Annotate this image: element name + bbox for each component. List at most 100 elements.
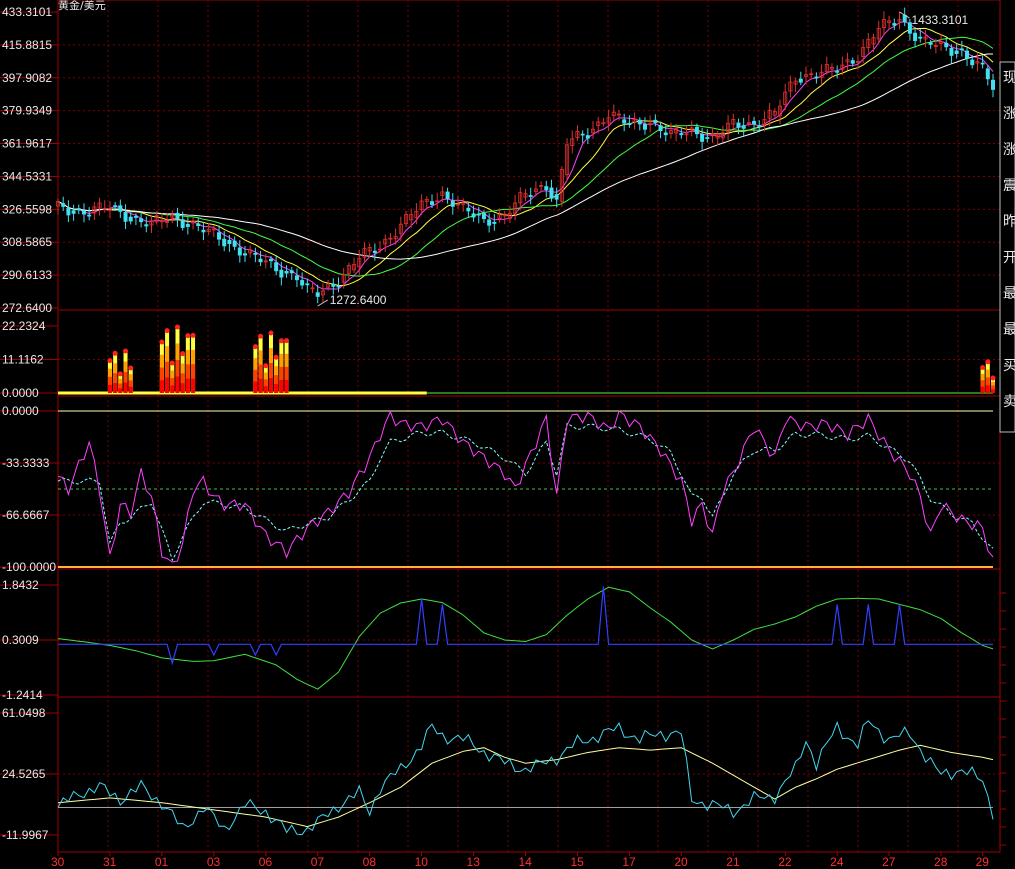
- side-panel-label: 买: [1003, 358, 1015, 374]
- candle-body: [944, 42, 949, 48]
- volume-peak: [123, 348, 129, 354]
- volume-peak: [980, 365, 986, 371]
- side-panel-label: 最: [1003, 286, 1015, 302]
- candle-body: [232, 240, 237, 247]
- candle-body: [61, 203, 66, 207]
- candle-body: [985, 68, 990, 80]
- candle-body: [918, 36, 923, 39]
- candle-body: [544, 186, 549, 190]
- candle-body: [965, 50, 970, 59]
- candle-body: [429, 201, 434, 205]
- y-tick-label: 0.0000: [2, 386, 39, 400]
- volume-bar: [268, 377, 273, 393]
- candle-body: [305, 283, 310, 286]
- candle-body: [253, 253, 258, 255]
- volume-bar: [165, 377, 170, 393]
- y-tick-label: 0.3009: [2, 633, 39, 647]
- volume-bar: [980, 386, 985, 393]
- x-axis-labels: 30 31 01 03 06 07 08 10 13 14 15 17 20 21 22 24 27 28 29: [51, 852, 989, 869]
- candle-body: [954, 50, 959, 55]
- candle-body: [705, 137, 710, 139]
- y-tick-label: 344.5331: [2, 169, 52, 183]
- volume-peak: [107, 358, 113, 364]
- ma20-line: [57, 36, 994, 277]
- volume-bar: [279, 379, 284, 393]
- candle-body: [585, 135, 590, 139]
- candle-body: [123, 212, 128, 222]
- candle-body: [336, 285, 341, 288]
- volume-bar: [258, 378, 263, 393]
- x-tick-label: 24: [830, 855, 844, 869]
- volume-peak: [185, 333, 191, 339]
- volume-peak: [190, 332, 196, 338]
- volume-bar: [128, 386, 133, 393]
- volume-peak: [284, 338, 290, 344]
- candle-body: [372, 250, 377, 254]
- y-tick-label: 415.8815: [2, 38, 52, 52]
- y-tick-label: 290.6133: [2, 268, 52, 282]
- x-tick-label: 08: [363, 855, 377, 869]
- volume-peak: [273, 354, 279, 360]
- x-tick-label: 14: [519, 855, 533, 869]
- candle-body: [196, 223, 201, 227]
- x-tick-label: 28: [934, 855, 948, 869]
- volume-peak: [263, 363, 269, 369]
- side-panel-label: 现: [1003, 70, 1015, 86]
- candle-body: [892, 23, 897, 26]
- side-panel-label: 卖: [1003, 394, 1015, 410]
- candle-body: [300, 280, 305, 286]
- volume-peak: [174, 324, 180, 330]
- y-axis-labels: 433.3101 415.8815 397.9082 379.9349 361.9617…: [0, 5, 58, 842]
- x-tick-label: 27: [882, 855, 896, 869]
- candle-body: [118, 205, 123, 212]
- candle-body: [66, 208, 71, 216]
- candle-body: [487, 219, 492, 226]
- y-tick-label: 308.5865: [2, 235, 52, 249]
- y-tick-label: 11.1162: [2, 353, 44, 367]
- y-tick-label: 24.5265: [2, 767, 46, 781]
- x-tick-label: 29: [976, 855, 990, 869]
- ma10-line: [57, 27, 994, 287]
- y-tick-label: 379.9349: [2, 104, 52, 118]
- x-tick-label: 03: [207, 855, 221, 869]
- candle-body: [450, 200, 455, 207]
- volume-bar: [263, 386, 268, 393]
- candle-body: [175, 212, 180, 220]
- candle-body: [492, 221, 497, 224]
- y-tick-label: -33.3333: [2, 456, 50, 470]
- volume-peak: [252, 344, 258, 350]
- x-tick-label: 13: [467, 855, 481, 869]
- side-panel[interactable]: 现涨涨震昨开最最买卖: [999, 61, 1015, 846]
- volume-bar: [284, 379, 289, 393]
- candle-body: [637, 119, 642, 125]
- candle-body: [653, 119, 658, 124]
- volume-bar: [180, 383, 185, 393]
- x-tick-label: 07: [311, 855, 325, 869]
- candle-body: [481, 213, 486, 220]
- volume-peak: [117, 371, 123, 377]
- x-tick-label: 20: [674, 855, 688, 869]
- panel-frame: [57, 309, 1001, 397]
- y-tick-label: -1.2414: [2, 688, 43, 702]
- candle-body: [627, 123, 632, 126]
- y-tick-label: -66.6667: [2, 508, 50, 522]
- candle-body: [71, 210, 76, 214]
- volume-peak: [985, 359, 991, 365]
- side-panel-label: 涨: [1003, 142, 1015, 158]
- candle-body: [279, 269, 284, 278]
- volume-bar: [123, 382, 128, 393]
- momentum-slow-line: [57, 744, 994, 828]
- x-tick-label: 06: [259, 855, 273, 869]
- y-tick-label: 22.2324: [2, 319, 46, 333]
- wr-line: [57, 410, 994, 563]
- low-annotation: 1272.6400: [330, 293, 387, 307]
- volume-peak: [268, 330, 274, 336]
- candle-body: [222, 238, 227, 247]
- x-tick-label: 17: [622, 855, 636, 869]
- candle-body: [622, 119, 627, 124]
- volume-bar: [159, 380, 164, 393]
- volume-bar: [107, 384, 112, 393]
- volume-peak: [112, 350, 118, 356]
- candle-body: [466, 207, 471, 212]
- x-tick-label: 31: [103, 855, 117, 869]
